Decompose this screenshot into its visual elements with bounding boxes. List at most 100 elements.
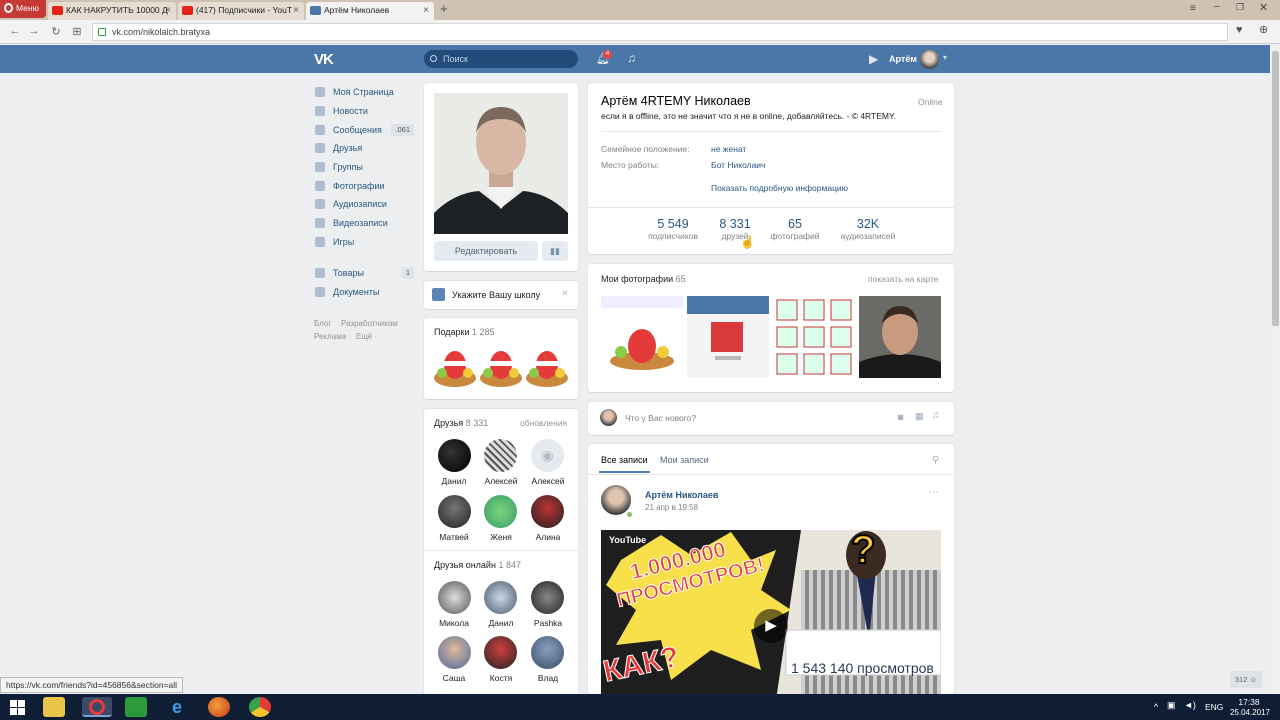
music-icon[interactable]: ♫ (627, 51, 636, 65)
info-value[interactable]: не женат (711, 144, 746, 154)
online-friend-name[interactable]: Pashka (523, 618, 573, 628)
footer-link-more[interactable]: Ещё · (356, 332, 377, 341)
speed-dial-icon[interactable]: ⊞ (70, 25, 84, 38)
music-icon[interactable]: ♫ (932, 410, 940, 421)
close-tab-icon[interactable]: × (293, 2, 299, 19)
clock-date[interactable]: 25.04.2017 (1228, 708, 1272, 717)
browser-tab-2[interactable]: (417) Подписчики - YouT × (178, 2, 304, 20)
url-input[interactable]: vk.com/nikolaich.bratyxa (92, 23, 1228, 41)
chrome-icon[interactable] (249, 697, 271, 717)
stats-icon[interactable]: ▮▮ (542, 241, 568, 261)
friend-name[interactable]: Алексей (476, 476, 526, 486)
sidebar-item-news[interactable]: Новости (314, 102, 414, 120)
forward-icon[interactable]: → (27, 25, 41, 37)
sidebar-item-my-page[interactable]: Моя Страница (314, 83, 414, 101)
friend-name[interactable]: Алина (523, 532, 573, 542)
online-friend-avatar[interactable] (531, 581, 564, 614)
store-icon[interactable] (125, 697, 147, 717)
friends-updates-link[interactable]: обновления (520, 418, 567, 428)
online-friend-name[interactable]: Саша (429, 673, 479, 683)
sidebar-item-friends[interactable]: Друзья (314, 139, 414, 157)
sidebar-item-video[interactable]: Видеозаписи (314, 214, 414, 232)
sidebar-item-messages[interactable]: Сообщения .061 (314, 121, 414, 139)
post-author-name[interactable]: Артём Николаев (645, 490, 718, 500)
sidebar-item-audio[interactable]: Аудиозаписи (314, 195, 414, 213)
maximize-icon[interactable]: ❐ (1236, 2, 1244, 13)
camera-icon[interactable]: ◙ (898, 412, 903, 422)
file-explorer-icon[interactable] (43, 697, 65, 717)
play-icon[interactable]: ▶ (869, 52, 878, 66)
friend-name[interactable]: Данил (429, 476, 479, 486)
heart-icon[interactable]: ♥ (1236, 24, 1243, 36)
stat-audio[interactable]: 32K аудиозаписей (833, 217, 903, 241)
header-avatar[interactable] (920, 50, 939, 69)
opera-taskbar-icon[interactable] (82, 697, 112, 717)
online-friends-title[interactable]: Друзья онлайн 1 847 (434, 560, 521, 570)
profile-photo[interactable] (434, 93, 568, 234)
sidebar-item-documents[interactable]: Документы (314, 283, 414, 301)
friend-name[interactable]: Алексей (523, 476, 573, 486)
header-user-name[interactable]: Артём (889, 54, 917, 64)
online-friend-avatar[interactable] (484, 636, 517, 669)
close-tab-icon[interactable]: × (165, 2, 171, 19)
more-options-icon[interactable]: ··· (928, 486, 939, 498)
sidebar-item-photos[interactable]: Фотографии (314, 177, 414, 195)
profile-status-text[interactable]: если я в offline, это не значит что я не… (601, 111, 941, 121)
vk-logo[interactable]: VK (314, 51, 334, 68)
footer-link-developers[interactable]: Разработчикам (341, 319, 398, 328)
friend-avatar[interactable] (438, 439, 471, 472)
online-friend-name[interactable]: Костя (476, 673, 526, 683)
tab-all-posts[interactable]: Все записи (601, 455, 648, 465)
show-on-map-link[interactable]: показать на карте (868, 274, 938, 284)
browser-tab-3[interactable]: Артём Николаев × (306, 2, 434, 20)
post-author-avatar[interactable] (601, 485, 631, 515)
camera-icon[interactable]: ◉ (531, 439, 564, 472)
video-icon[interactable]: ▦ (915, 411, 924, 422)
sidebar-item-games[interactable]: Игры (314, 233, 414, 251)
sidebar-item-groups[interactable]: Группы (314, 158, 414, 176)
friend-avatar[interactable] (484, 495, 517, 528)
opera-menu-button[interactable]: Меню (0, 0, 46, 18)
tab-my-posts[interactable]: Мои записи (660, 455, 709, 465)
gift-images[interactable] (434, 348, 569, 388)
new-post-box[interactable]: Что у Вас нового? ◙ ▦ ♫ (588, 402, 954, 435)
chevron-down-icon[interactable]: ▾ (943, 53, 947, 62)
close-icon[interactable]: × (562, 288, 568, 299)
close-window-icon[interactable]: ✕ (1259, 1, 1268, 14)
friend-avatar[interactable] (484, 439, 517, 472)
internet-explorer-icon[interactable]: e (166, 697, 188, 717)
school-prompt-card[interactable]: Укажите Вашу школу × (424, 281, 578, 309)
online-friend-avatar[interactable] (484, 581, 517, 614)
online-friend-name[interactable]: Микола (429, 618, 479, 628)
info-value[interactable]: Бот Николаич (711, 160, 765, 170)
friend-name[interactable]: Женя (476, 532, 526, 542)
online-friend-avatar[interactable] (531, 636, 564, 669)
tab-menu-icon[interactable]: ≡ (1190, 3, 1196, 14)
back-icon[interactable]: ← (8, 25, 22, 37)
friend-avatar[interactable] (438, 495, 471, 528)
language-indicator[interactable]: ENG (1205, 702, 1223, 712)
reload-icon[interactable]: ↻ (49, 25, 63, 38)
minimize-icon[interactable]: – (1214, 1, 1220, 12)
online-friend-avatar[interactable] (438, 581, 471, 614)
photo-thumbnail[interactable] (773, 296, 855, 378)
photo-thumbnail[interactable] (601, 296, 683, 378)
volume-icon[interactable]: ◄) (1184, 700, 1196, 710)
search-icon[interactable]: ⚲ (932, 455, 939, 466)
play-icon[interactable]: ▶ (754, 609, 788, 643)
stat-followers[interactable]: 5 549 подписчиков (638, 217, 708, 241)
footer-link-ads[interactable]: Реклама (314, 332, 346, 341)
online-counter-badge[interactable]: 312 ☺ (1230, 671, 1262, 688)
post-input[interactable]: Что у Вас нового? (625, 413, 696, 423)
tray-arrow-icon[interactable]: ^ (1154, 702, 1158, 712)
online-friend-name[interactable]: Влад (523, 673, 573, 683)
edit-profile-button[interactable]: Редактировать (434, 241, 538, 261)
sidebar-item-goods[interactable]: Товары 1 (314, 264, 414, 282)
photos-title[interactable]: Мои фотографии 65 (601, 274, 686, 284)
online-friend-avatar[interactable] (438, 636, 471, 669)
close-tab-icon[interactable]: × (423, 2, 429, 19)
stat-photos[interactable]: 65 фотографий (760, 217, 830, 241)
post-date[interactable]: 21 апр в 19:58 (645, 503, 698, 512)
friend-avatar[interactable] (531, 495, 564, 528)
footer-link-blog[interactable]: Блог (314, 319, 331, 328)
